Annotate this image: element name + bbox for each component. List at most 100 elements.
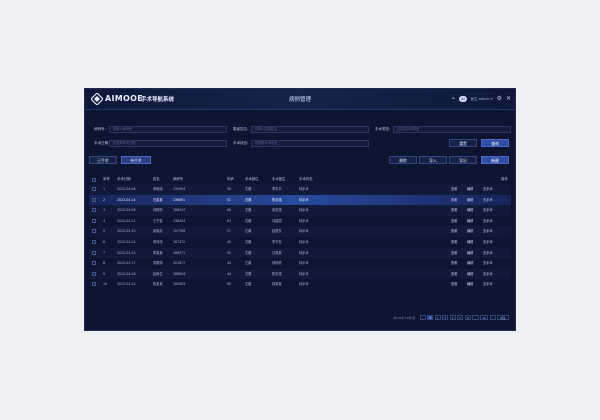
start-surgery-button[interactable]: 去手术 [483, 216, 493, 227]
surgery-date-picker[interactable]: 请选择手术日期 [109, 140, 227, 147]
start-surgery-button[interactable]: 去手术 [483, 237, 493, 248]
edit-button[interactable]: 编辑 [467, 237, 473, 248]
start-surgery-button[interactable]: 去手术 [483, 248, 493, 259]
start-surgery-button[interactable]: 去手术 [483, 279, 493, 290]
row-checkbox[interactable] [92, 239, 96, 244]
table-row[interactable]: 6 2022-04-22 黄伟伟 167472 49 右膝 李平安 待手术 查看 编辑 去手术 [89, 237, 511, 248]
case-no-input[interactable]: 请输入病例号 [109, 126, 227, 133]
row-checkbox[interactable] [92, 208, 96, 213]
edit-button[interactable]: 编辑 [467, 248, 473, 259]
patient-name-input[interactable]: 请输入患者姓名 [251, 126, 369, 133]
table-row[interactable]: 5 2022-05-10 吴晓晨 157766 57 左膝 赵振东 待手术 查看 编辑 去手术 [89, 226, 511, 237]
settings-icon[interactable]: ⚙ [497, 96, 502, 102]
cell-status: 待手术 [299, 197, 309, 202]
row-checkbox[interactable] [92, 282, 96, 287]
page-button[interactable]: 2 [434, 315, 441, 320]
view-button[interactable]: 查看 [451, 226, 457, 237]
page-button[interactable]: 1 [427, 315, 434, 320]
cell-no: 4 [103, 218, 106, 223]
table-row[interactable]: 1 2022-04-08 黄晓晓 135654 56 左膝 李华平 待手术 查看 编辑 去手术 [89, 184, 511, 195]
select-all-checkbox[interactable] [92, 177, 96, 182]
ai-badge[interactable]: Ai [459, 96, 467, 102]
export-button[interactable]: 导出 [449, 156, 477, 164]
cell-age: 66 [227, 208, 232, 213]
page-button[interactable]: 4 [449, 315, 456, 320]
row-checkbox[interactable] [92, 197, 96, 202]
cell-doctor: 刘建国 [272, 218, 282, 223]
edit-button[interactable]: 编辑 [467, 258, 473, 269]
page-button[interactable]: 3 [442, 315, 449, 320]
edit-button[interactable]: 编辑 [467, 205, 473, 216]
start-surgery-button[interactable]: 去手术 [483, 226, 493, 237]
view-button[interactable]: 查看 [451, 184, 457, 195]
cell-status: 待手术 [299, 271, 309, 276]
start-surgery-button[interactable]: 去手术 [483, 258, 493, 269]
cell-age: 57 [227, 229, 232, 234]
cell-name: 黄晓晓 [153, 187, 163, 191]
start-surgery-button[interactable]: 去手术 [483, 195, 493, 206]
cell-site: 左膝 [245, 208, 252, 213]
cell-age: 51 [227, 197, 232, 202]
table-body: 1 2022-04-08 黄晓晓 135654 56 左膝 李华平 待手术 查看 编辑 去手术 2 20… [89, 184, 511, 290]
edit-button[interactable]: 编辑 [467, 216, 473, 227]
surgery-type-select[interactable]: 请选择手术类型 [393, 126, 511, 133]
view-button[interactable]: 查看 [451, 258, 457, 269]
cell-site: 右膝 [245, 271, 252, 276]
cell-no: 8 [103, 261, 106, 266]
page-button[interactable]: 10 [480, 315, 488, 320]
goto-page-button[interactable]: 前往 [497, 315, 509, 320]
start-surgery-button[interactable]: 去手术 [483, 184, 493, 195]
row-checkbox[interactable] [92, 250, 96, 255]
cell-date: 2022-04-11 [117, 218, 136, 223]
start-surgery-button[interactable]: 去手术 [483, 269, 493, 280]
import-button[interactable]: 导入 [419, 156, 447, 164]
row-checkbox[interactable] [92, 229, 96, 234]
table-row[interactable]: 2 2022-04-14 汪某某 136891 51 右膝 陈志强 待手术 查看 编辑 去手术 [89, 194, 511, 206]
cell-no: 5 [103, 229, 106, 234]
view-button[interactable]: 查看 [451, 269, 457, 280]
view-button[interactable]: 查看 [451, 279, 457, 290]
table-row[interactable]: 7 2022-04-15 李某某 168971 55 左膝 汪某某 待手术 查看 编辑 去手术 [89, 247, 511, 259]
page-button[interactable]: 5 [457, 315, 464, 320]
search-button[interactable]: 查询 [481, 139, 509, 147]
prev-page-button[interactable]: ‹ [419, 315, 426, 320]
edit-button[interactable]: 编辑 [467, 279, 473, 290]
view-button[interactable]: 查看 [451, 205, 457, 216]
view-button[interactable]: 查看 [451, 237, 457, 248]
cell-site: 左膝 [245, 261, 252, 266]
edit-button[interactable]: 编辑 [467, 195, 473, 206]
status-select[interactable]: 请选择手术状态 [251, 140, 369, 147]
pagination-info: 共100条 10条/页 [393, 315, 416, 320]
row-checkbox[interactable] [92, 271, 96, 276]
row-checkbox[interactable] [92, 261, 96, 266]
reset-button[interactable]: 重置 [449, 139, 477, 147]
tab-done[interactable]: 已手术 [89, 156, 117, 164]
cell-status: 待手术 [299, 282, 309, 287]
view-button[interactable]: 查看 [451, 195, 457, 206]
table-row[interactable]: 9 2022-04-18 赵雨生 186854 44 右膝 陈志强 待手术 查看 编辑 去手术 [89, 268, 511, 280]
cell-site: 右膝 [245, 218, 252, 223]
table-row[interactable]: 8 2022-04-17 周丽丽 201877 44 左膝 钟婷婷 待手术 查看 编辑 去手术 [89, 258, 511, 269]
table-row[interactable]: 3 2022-04-09 钟婷婷 186547 66 左膝 吴志强 待手术 查看 编辑 去手术 [89, 205, 511, 216]
page-button[interactable]: 6 [464, 315, 471, 320]
row-checkbox[interactable] [92, 187, 96, 191]
close-icon[interactable]: ✕ [506, 96, 511, 102]
row-checkbox[interactable] [92, 218, 96, 223]
add-button[interactable]: 新建 [481, 156, 509, 164]
table-row[interactable]: 10 2022-04-12 陈某某 185653 60 左膝 钟某某 待手术 查看 编辑 去手术 [89, 279, 511, 290]
start-surgery-button[interactable]: 去手术 [483, 205, 493, 216]
view-button[interactable]: 查看 [451, 216, 457, 227]
edit-button[interactable]: 编辑 [467, 269, 473, 280]
user-menu[interactable]: 医生·admin ▾ [471, 97, 493, 102]
edit-button[interactable]: 编辑 [467, 184, 473, 195]
surgery-type-label: 手术类型： [375, 127, 393, 131]
delete-button[interactable]: 删除 [389, 156, 417, 164]
page-button[interactable]: … [472, 315, 479, 320]
table-row[interactable]: 4 2022-04-11 王子豪 138453 63 右膝 刘建国 待手术 查看 编辑 去手术 [89, 216, 511, 227]
tab-pending[interactable]: 待手术 [121, 156, 151, 164]
next-page-button[interactable]: › [489, 315, 496, 320]
cell-date: 2022-04-14 [117, 197, 136, 202]
view-button[interactable]: 查看 [451, 248, 457, 259]
edit-button[interactable]: 编辑 [467, 226, 473, 237]
cell-case: 167472 [173, 239, 186, 244]
